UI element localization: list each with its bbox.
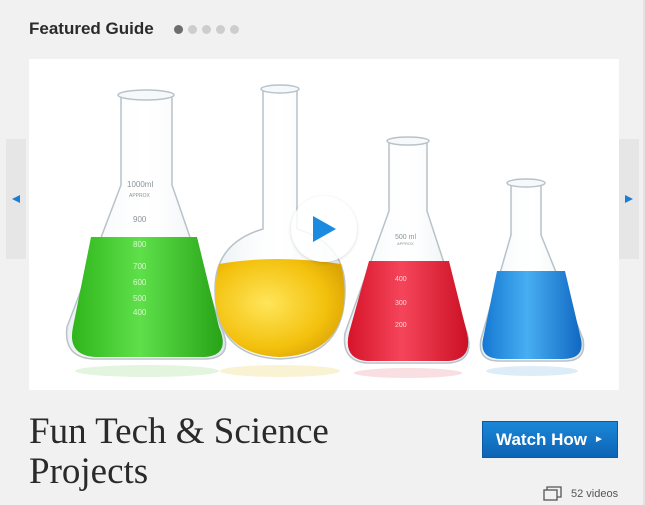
video-count-label: 52 videos [571, 487, 619, 500]
blue-flask [479, 178, 585, 362]
widget-title: Featured Guide [29, 19, 154, 38]
guide-title-line1: Fun Tech & Science [29, 411, 329, 452]
watch-how-label: Watch How [496, 429, 588, 449]
guide-title[interactable]: Fun Tech & Science Projects [29, 412, 449, 492]
svg-text:700: 700 [133, 262, 147, 271]
play-icon [313, 216, 336, 242]
svg-text:400: 400 [395, 276, 407, 283]
featured-guide-widget: Featured Guide 1000ml APPROX 900 800 700… [0, 0, 645, 505]
video-stack-icon [543, 486, 562, 501]
svg-text:400: 400 [133, 308, 147, 317]
guide-title-line2: Projects [29, 451, 149, 492]
play-button[interactable] [291, 196, 357, 262]
pagination-dots [173, 24, 239, 34]
next-button[interactable] [619, 139, 639, 259]
watch-how-button[interactable]: Watch How ► [482, 421, 618, 458]
left-arrow-icon [12, 195, 20, 203]
pagination-dot-2[interactable] [187, 24, 197, 34]
pagination-dot-4[interactable] [215, 24, 225, 34]
svg-text:APPROX: APPROX [129, 193, 151, 199]
video-count: 52 videos [543, 486, 618, 501]
play-arrow-icon: ► [594, 434, 604, 445]
green-flask: 1000ml APPROX 900 800 700 600 500 400 [65, 89, 227, 360]
widget-header: Featured Guide [29, 18, 239, 40]
svg-text:1000ml: 1000ml [127, 180, 153, 189]
svg-text:500: 500 [133, 294, 147, 303]
svg-text:APPROX: APPROX [397, 241, 414, 246]
red-flask: 500 ml APPROX 400 300 200 [343, 136, 470, 364]
right-arrow-icon [625, 195, 633, 203]
pagination-dot-1[interactable] [173, 24, 183, 34]
pagination-dot-5[interactable] [229, 24, 239, 34]
svg-text:800: 800 [133, 240, 147, 249]
previous-button[interactable] [6, 139, 26, 259]
svg-text:600: 600 [133, 278, 147, 287]
svg-text:300: 300 [395, 300, 407, 307]
svg-text:500 ml: 500 ml [395, 234, 416, 241]
svg-text:900: 900 [133, 215, 147, 224]
pagination-dot-3[interactable] [201, 24, 211, 34]
svg-text:200: 200 [395, 322, 407, 329]
